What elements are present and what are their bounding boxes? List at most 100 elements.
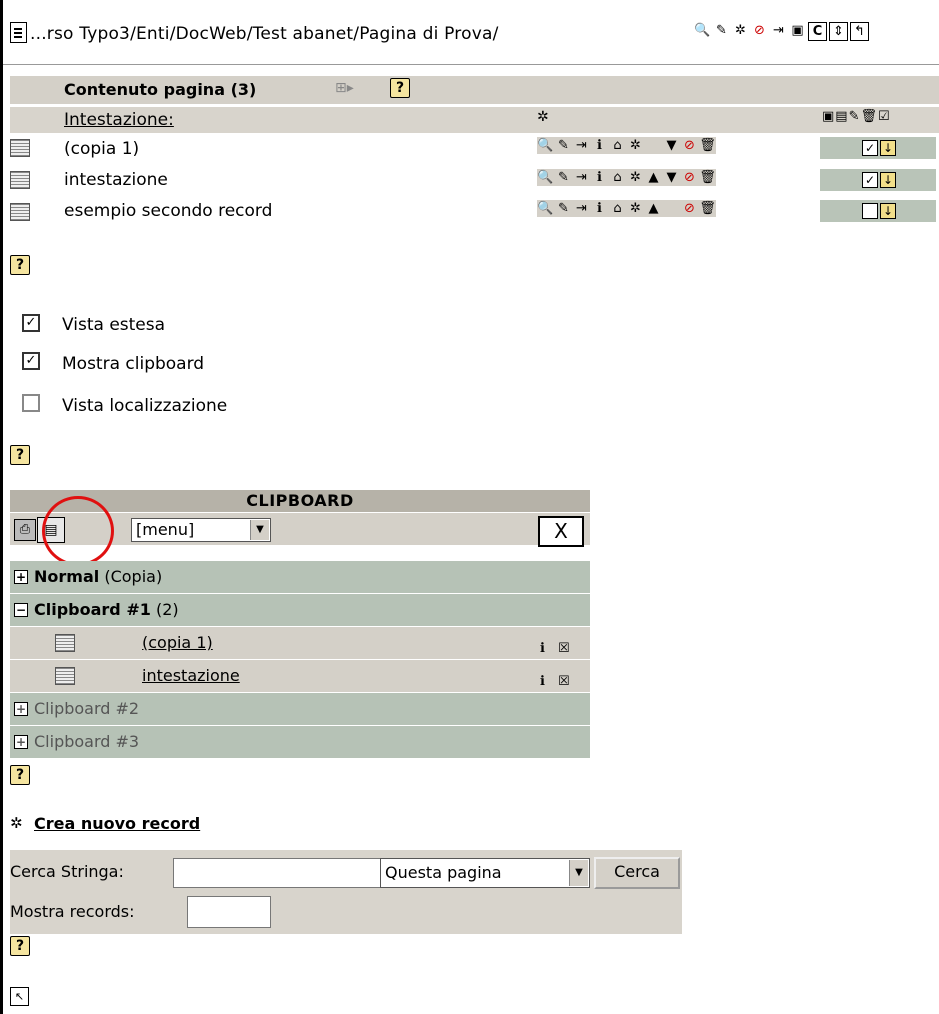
header-toolbar: 🔍 ✎ ✲ ⊘ ⇥ ▣ C ⇕ ↰ (694, 22, 869, 41)
close-clipboard-button[interactable]: X (538, 516, 584, 547)
row-select-cell: ✓ ↓ (820, 137, 936, 159)
info-icon[interactable]: ℹ (591, 200, 608, 217)
paste-icon[interactable]: ↓ (880, 140, 896, 156)
row-checkbox[interactable] (862, 203, 878, 219)
clipboard-item-label[interactable]: intestazione (142, 660, 240, 692)
record-label[interactable]: (copia 1) (64, 139, 139, 159)
show-records-input[interactable] (187, 896, 271, 928)
column-label-intestazione[interactable]: Intestazione: (64, 110, 174, 130)
refresh-icon[interactable]: ⇕ (829, 22, 848, 41)
record-icon[interactable] (10, 171, 30, 189)
move-down-icon[interactable]: ▼ (663, 169, 680, 186)
search-panel: Cerca Stringa: Questa pagina ▼ Cerca Mos… (10, 850, 682, 934)
expand-icon[interactable]: + (14, 735, 28, 749)
new-record-icon[interactable]: ✲ (732, 22, 749, 39)
record-icon (55, 667, 75, 685)
hide-icon[interactable]: ⊘ (681, 169, 698, 186)
move-up-icon[interactable]: ▲ (645, 169, 662, 186)
move-icon[interactable]: ⇥ (573, 200, 590, 217)
clipboard-menu-value: [menu] (136, 520, 195, 539)
hide-icon[interactable]: ⊘ (681, 200, 698, 217)
edit-icon[interactable]: ✎ (555, 137, 572, 154)
edit-icon[interactable]: ✎ (555, 200, 572, 217)
info-icon[interactable]: ℹ (591, 169, 608, 186)
hide-icon[interactable]: ⊘ (751, 22, 768, 39)
clear-cache-icon[interactable]: C (808, 22, 827, 41)
new-record-icon: ✲ (10, 814, 23, 832)
label-vista-localizzazione: Vista localizzazione (62, 396, 228, 416)
clipboard-item[interactable]: intestazione ℹ ☒ (10, 660, 590, 693)
clipboard-item-label[interactable]: (copia 1) (142, 627, 213, 659)
new-icon[interactable]: ✲ (627, 137, 644, 154)
divider (3, 64, 939, 65)
collapse-icon[interactable]: − (14, 603, 28, 617)
history-icon[interactable]: ⌂ (609, 200, 626, 217)
clipboard-actions-icons[interactable]: ▣▤✎🗑☑ (822, 109, 891, 124)
open-new-window-icon[interactable]: ↖ (10, 987, 29, 1006)
group-detail: (2) (155, 600, 179, 619)
paste-icon[interactable]: ↓ (880, 172, 896, 188)
clipboard-group-3[interactable]: + Clipboard #3 (10, 726, 590, 759)
record-icon[interactable] (10, 139, 30, 157)
record-label[interactable]: esempio secondo record (64, 201, 272, 221)
record-actions: 🔍 ✎ ⇥ ℹ ⌂ ✲ ▼ ⊘ 🗑 (537, 137, 716, 154)
show-records-label: Mostra records: (10, 902, 135, 921)
search-input[interactable] (173, 858, 381, 888)
search-button[interactable]: Cerca (594, 857, 680, 889)
help-icon[interactable]: ? (10, 935, 30, 956)
row-checkbox[interactable]: ✓ (862, 140, 878, 156)
new-icon[interactable]: ✲ (627, 200, 644, 217)
move-up-icon[interactable]: ▲ (645, 200, 662, 217)
checkbox-vista-estesa[interactable]: ✓ (22, 314, 40, 332)
clipboard-group-normal[interactable]: + Normal (Copia) (10, 561, 590, 594)
document-icon (10, 22, 27, 43)
clipboard-menu-select[interactable]: [menu] ▼ (131, 518, 271, 542)
up-icon[interactable]: ↰ (850, 22, 869, 41)
clipboard-icon[interactable]: ▣ (789, 22, 806, 39)
delete-icon[interactable]: 🗑 (699, 200, 716, 217)
info-icon[interactable]: ℹ (591, 137, 608, 154)
clipboard-item[interactable]: (copia 1) ℹ ☒ (10, 627, 590, 660)
group-detail: (Copia) (104, 567, 163, 586)
new-icon[interactable]: ✲ (627, 169, 644, 186)
checkbox-mostra-clipboard[interactable]: ✓ (22, 352, 40, 370)
history-icon[interactable]: ⌂ (609, 137, 626, 154)
clipboard-group-1[interactable]: − Clipboard #1 (2) (10, 594, 590, 627)
record-label[interactable]: intestazione (64, 170, 168, 190)
view-icon[interactable]: 🔍 (537, 137, 554, 154)
delete-icon[interactable]: 🗑 (699, 137, 716, 154)
hide-icon[interactable]: ⊘ (681, 137, 698, 154)
move-icon[interactable]: ⇥ (573, 169, 590, 186)
search-scope-select[interactable]: Questa pagina ▼ (380, 858, 590, 888)
move-down-icon[interactable]: ▼ (663, 137, 680, 154)
help-icon[interactable]: ? (10, 254, 30, 275)
create-new-record-link[interactable]: Crea nuovo record (34, 814, 200, 833)
group-name: Normal (34, 567, 100, 586)
record-icon[interactable] (10, 203, 30, 221)
search-label: Cerca Stringa: (10, 862, 124, 881)
group-name: Clipboard #2 (34, 699, 140, 718)
history-icon[interactable]: ⌂ (609, 169, 626, 186)
search-icon[interactable]: 🔍 (694, 22, 711, 39)
help-icon[interactable]: ? (10, 764, 30, 785)
delete-icon[interactable]: 🗑 (699, 169, 716, 186)
help-icon[interactable]: ? (10, 444, 30, 465)
record-icon (55, 634, 75, 652)
clipboard-group-2[interactable]: + Clipboard #2 (10, 693, 590, 726)
help-icon[interactable]: ? (390, 77, 410, 98)
move-icon[interactable]: ⇥ (770, 22, 787, 39)
row-checkbox[interactable]: ✓ (862, 172, 878, 188)
copy-mode-icon[interactable]: ⎙ (14, 519, 36, 541)
view-icon[interactable]: 🔍 (537, 200, 554, 217)
expand-icon[interactable]: + (14, 702, 28, 716)
label-vista-estesa: Vista estesa (62, 315, 166, 335)
expand-icon[interactable]: ⊞▸ (335, 80, 354, 96)
move-icon[interactable]: ⇥ (573, 137, 590, 154)
edit-icon[interactable]: ✎ (713, 22, 730, 39)
new-record-icon[interactable]: ✲ (537, 109, 549, 125)
checkbox-vista-localizzazione[interactable] (22, 394, 40, 412)
paste-icon[interactable]: ↓ (880, 203, 896, 219)
edit-icon[interactable]: ✎ (555, 169, 572, 186)
expand-icon[interactable]: + (14, 570, 28, 584)
view-icon[interactable]: 🔍 (537, 169, 554, 186)
